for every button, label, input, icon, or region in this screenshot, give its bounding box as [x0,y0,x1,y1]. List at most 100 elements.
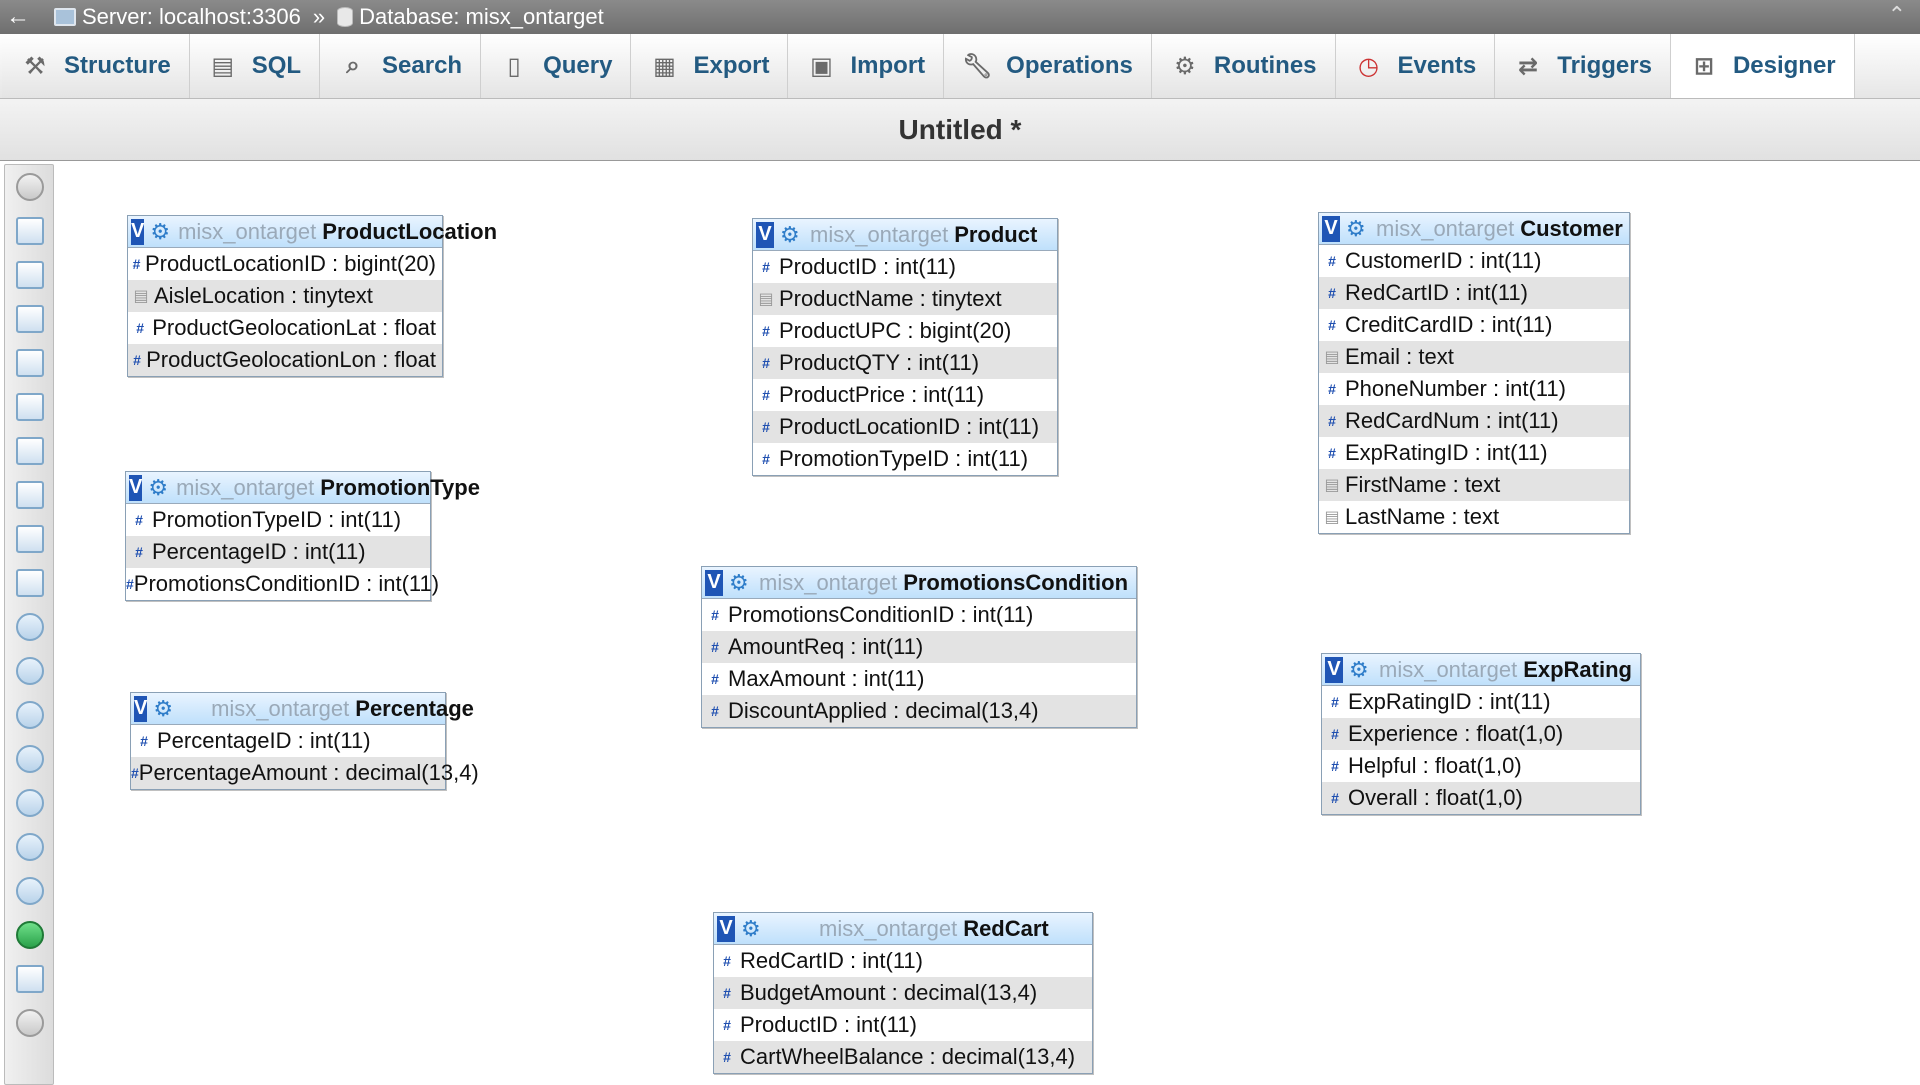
table-column-row[interactable]: # Helpful : float(1,0) [1322,750,1640,782]
create-relation-button[interactable] [5,561,55,605]
table-header[interactable]: V ⚙ misx_ontarget ProductLocation [128,216,497,248]
back-arrow-icon[interactable]: ← [2,3,34,31]
table-column-row[interactable]: # MaxAmount : int(11) [702,663,1136,695]
table-column-row[interactable]: # RedCardNum : int(11) [1319,405,1629,437]
toggle-columns-icon[interactable]: V [756,221,774,248]
table-header[interactable]: V ⚙ misx_ontarget PromotionType [126,472,480,504]
tab-routines[interactable]: ⚙ Routines [1151,34,1336,98]
table-promotionscondition[interactable]: V ⚙ misx_ontarget PromotionsCondition # P… [701,566,1137,728]
table-header[interactable]: V ⚙ misx_ontarget PromotionsCondition [702,567,1136,599]
toggle-columns-icon[interactable]: V [705,569,723,596]
tab-search[interactable]: ⌕ Search [320,34,482,98]
table-percentage[interactable]: V ⚙ misx_ontarget Percentage # Percentage… [130,692,479,790]
table-column-row[interactable]: # ProductUPC : bigint(20) [753,315,1057,347]
table-column-row[interactable]: # ExpRatingID : int(11) [1319,437,1629,469]
table-column-row[interactable]: ▤ ProductName : tinytext [753,283,1057,315]
table-column-row[interactable]: # Experience : float(1,0) [1322,718,1640,750]
edit-page-button[interactable] [5,341,55,385]
small-big-button[interactable] [5,825,55,869]
table-promotiontype[interactable]: V ⚙ misx_ontarget PromotionType # Promoti… [125,471,480,601]
tab-export[interactable]: ▦ Export [631,34,789,98]
toggle-columns-icon[interactable]: V [134,695,148,722]
table-column-row[interactable]: # PromotionTypeID : int(11) [753,443,1057,475]
table-column-row[interactable]: # Overall : float(1,0) [1322,782,1640,814]
table-column-row[interactable]: # ProductLocationID : int(11) [753,411,1057,443]
table-column-row[interactable]: # ProductGeolocationLon : float [128,344,442,376]
gear-icon[interactable]: ⚙ [729,571,751,594]
table-column-row[interactable]: ▤ AisleLocation : tinytext [128,280,442,312]
table-column-row[interactable]: ▤ LastName : text [1319,501,1629,533]
table-column-row[interactable]: # PercentageAmount : decimal(13,4) [131,757,479,789]
table-header[interactable]: V ⚙ misx_ontarget Percentage [131,693,474,725]
table-column-row[interactable]: # CustomerID : int(11) [1319,245,1629,277]
tab-triggers[interactable]: ⇄ Triggers [1495,34,1671,98]
table-column-row[interactable]: # CartWheelBalance : decimal(13,4) [714,1041,1092,1073]
breadcrumb-server[interactable]: Server: localhost:3306 [82,4,301,30]
table-header[interactable]: V ⚙ misx_ontarget Product [753,219,1057,251]
table-column-row[interactable]: # PercentageID : int(11) [126,536,430,568]
table-column-row[interactable]: # DiscountApplied : decimal(13,4) [702,695,1136,727]
table-header[interactable]: V ⚙ misx_ontarget ExpRating [1322,654,1640,686]
fullscreen-button[interactable] [5,209,55,253]
angular-links-button[interactable] [5,737,55,781]
table-header[interactable]: V ⚙ misx_ontarget Customer [1319,213,1629,245]
pin-text-button[interactable] [5,957,55,1001]
table-column-row[interactable]: # PhoneNumber : int(11) [1319,373,1629,405]
table-customer[interactable]: V ⚙ misx_ontarget Customer # CustomerID :… [1318,212,1630,534]
reload-button[interactable] [5,649,55,693]
toggle-columns-icon[interactable]: V [717,915,735,942]
choose-columns-button[interactable] [5,605,55,649]
table-column-row[interactable]: # ProductPrice : int(11) [753,379,1057,411]
table-exprating[interactable]: V ⚙ misx_ontarget ExpRating # ExpRatingID… [1321,653,1641,815]
table-column-row[interactable]: # PercentageID : int(11) [131,725,445,757]
add-tables-button[interactable] [5,253,55,297]
tab-import[interactable]: ▣ Import [788,34,945,98]
table-column-row[interactable]: # PromotionTypeID : int(11) [126,504,430,536]
breadcrumb-database[interactable]: Database: misx_ontarget [359,4,604,30]
collapse-icon[interactable]: ⌃ [1888,2,1906,28]
table-column-row[interactable]: # ProductID : int(11) [753,251,1057,283]
gear-icon[interactable]: ⚙ [150,220,170,243]
table-column-row[interactable]: # PromotionsConditionID : int(11) [126,568,439,600]
table-column-row[interactable]: # BudgetAmount : decimal(13,4) [714,977,1092,1009]
tab-operations[interactable]: 🔧︎ Operations [944,34,1152,98]
gear-icon[interactable]: ⚙ [780,223,802,246]
table-column-row[interactable]: ▤ FirstName : text [1319,469,1629,501]
snap-grid-button[interactable] [5,781,55,825]
designer-canvas[interactable]: V ⚙ misx_ontarget ProductLocation # Produ… [56,162,1920,1085]
table-redcart[interactable]: V ⚙ misx_ontarget RedCart # RedCartID : i… [713,912,1093,1074]
delete-page-button[interactable] [5,473,55,517]
toggle-columns-icon[interactable]: V [129,474,143,501]
table-column-row[interactable]: # ProductLocationID : bigint(20) [128,248,442,280]
show-all-button[interactable] [5,165,55,209]
table-product[interactable]: V ⚙ misx_ontarget Product # ProductID : i… [752,218,1058,476]
tab-events[interactable]: ◷ Events [1335,34,1496,98]
toggle-columns-icon[interactable]: V [1325,656,1343,683]
new-page-button[interactable] [5,297,55,341]
export-schema-button[interactable] [5,517,55,561]
table-column-row[interactable]: # RedCartID : int(11) [1319,277,1629,309]
table-column-row[interactable]: # ExpRatingID : int(11) [1322,686,1640,718]
tab-query[interactable]: ▯ Query [481,34,632,98]
table-column-row[interactable]: # AmountReq : int(11) [702,631,1136,663]
table-column-row[interactable]: # ProductGeolocationLat : float [128,312,442,344]
table-header[interactable]: V ⚙ misx_ontarget RedCart [714,913,1092,945]
tab-designer[interactable]: ⊞ Designer [1670,34,1855,98]
table-column-row[interactable]: # PromotionsConditionID : int(11) [702,599,1136,631]
toggle-columns-icon[interactable]: V [131,218,145,245]
table-column-row[interactable]: ▤ Email : text [1319,341,1629,373]
save-button[interactable] [5,385,55,429]
hide-button[interactable] [5,1001,55,1045]
table-productlocation[interactable]: V ⚙ misx_ontarget ProductLocation # Produ… [127,215,497,377]
gear-icon[interactable]: ⚙ [1349,658,1371,681]
gear-icon[interactable]: ⚙ [148,476,168,499]
tab-structure[interactable]: ⚒ Structure [2,34,190,98]
help-button[interactable] [5,693,55,737]
save-as-button[interactable] [5,429,55,473]
gear-icon[interactable]: ⚙ [153,697,173,720]
table-column-row[interactable]: # RedCartID : int(11) [714,945,1092,977]
toggle-button[interactable] [5,869,55,913]
page-title[interactable]: Untitled * [899,114,1022,146]
table-column-row[interactable]: # CreditCardID : int(11) [1319,309,1629,341]
gear-icon[interactable]: ⚙ [741,917,763,940]
